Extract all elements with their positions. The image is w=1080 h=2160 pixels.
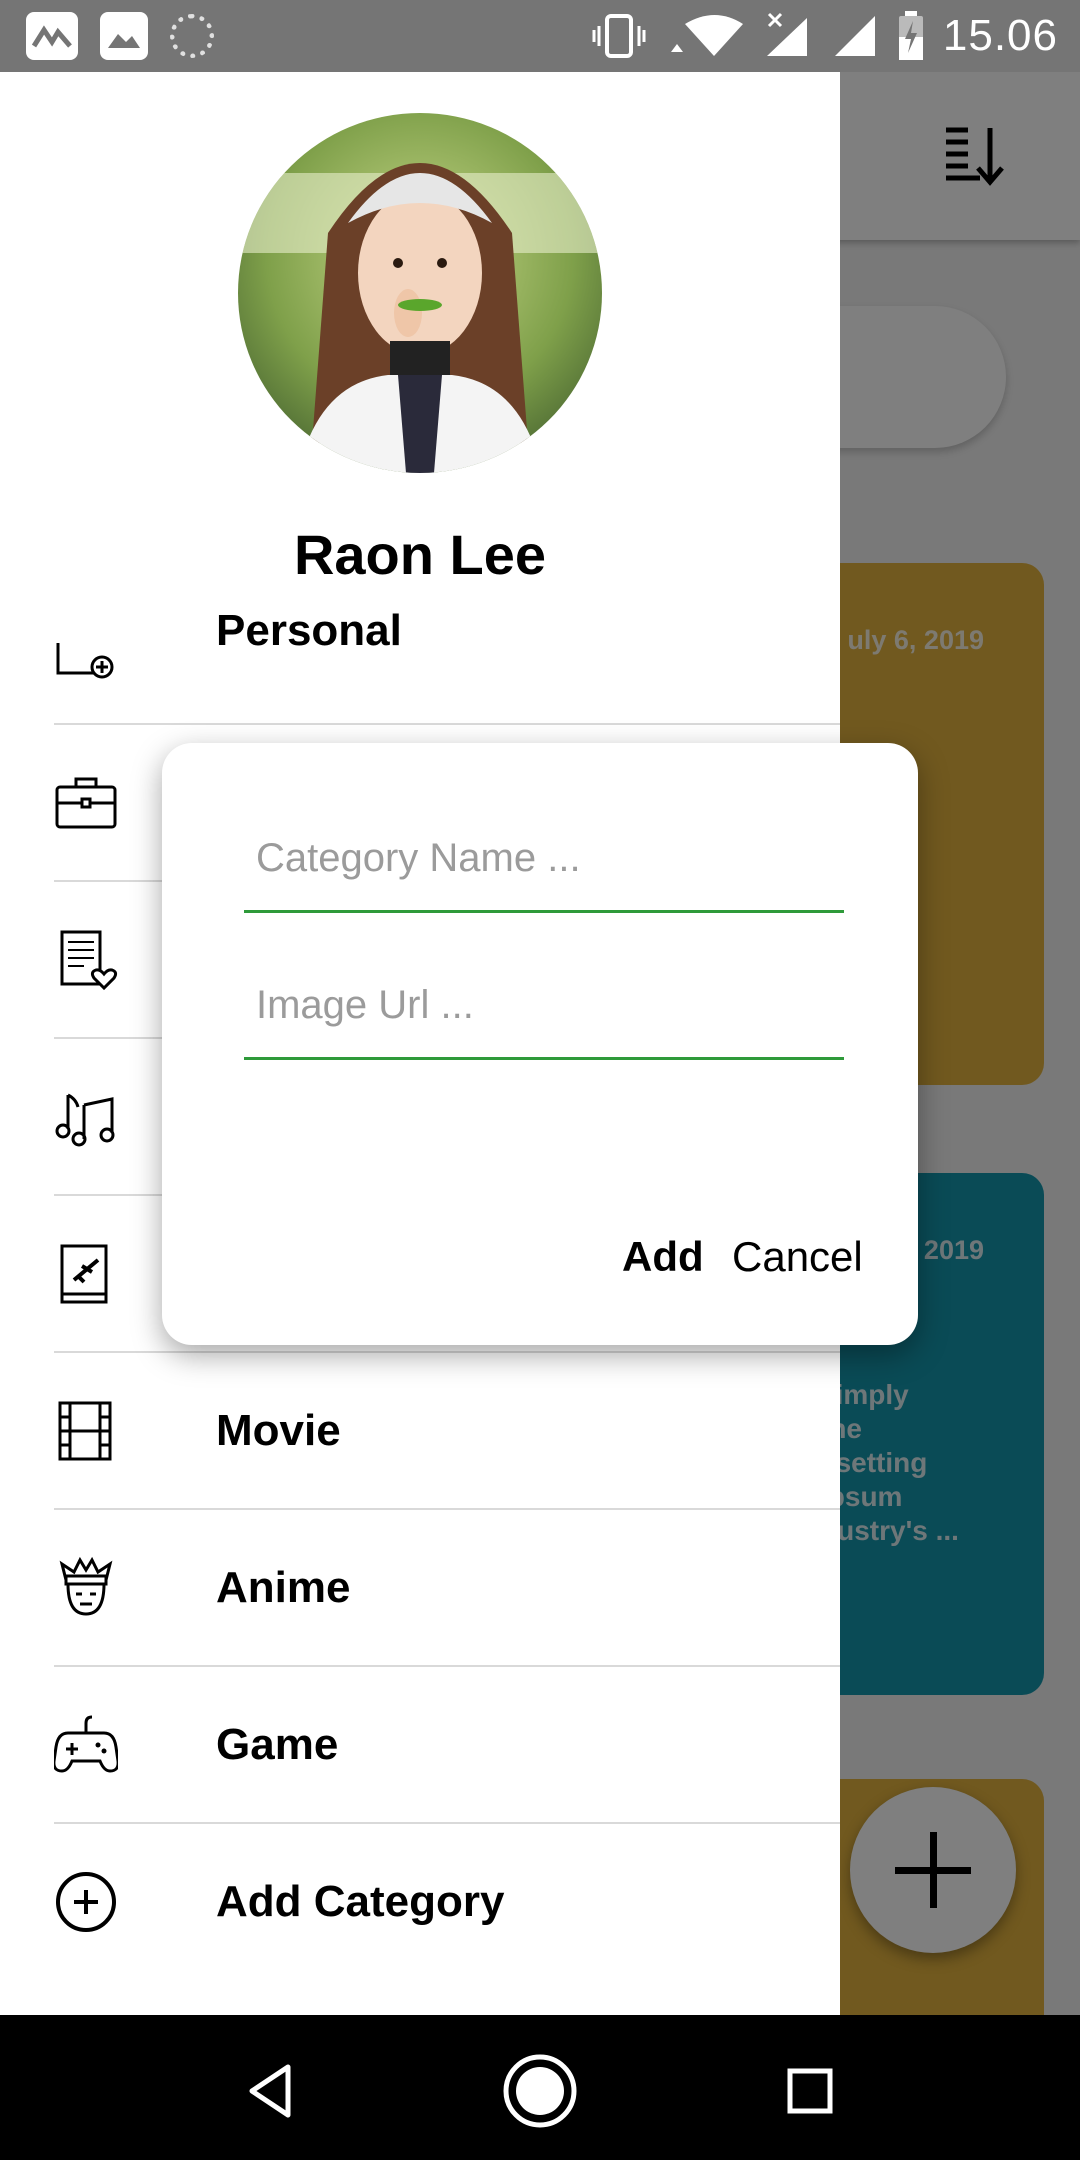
wishlist-icon	[60, 930, 118, 991]
signal-x-icon	[766, 12, 807, 56]
avatar[interactable]	[238, 113, 602, 473]
music-notes-icon	[55, 1093, 115, 1147]
gamepad-icon	[54, 1715, 118, 1773]
menu-item-personal[interactable]: Personal	[54, 606, 840, 725]
film-strip-icon	[58, 1401, 112, 1461]
travel-book-icon	[60, 1244, 108, 1304]
profile-name: Raon Lee	[293, 523, 547, 586]
category-name-input[interactable]	[256, 823, 836, 893]
signal-icon	[834, 16, 875, 56]
status-time: 15.06	[942, 11, 1058, 60]
home-icon[interactable]	[500, 2051, 580, 2131]
system-nav-bar	[0, 2015, 1080, 2160]
loading-spinner-icon	[170, 14, 214, 58]
menu-item-label: Personal	[216, 606, 402, 655]
menu-item-label: Anime	[216, 1563, 351, 1612]
menu-item-movie[interactable]: Movie	[54, 1353, 840, 1510]
wifi-icon	[670, 15, 743, 56]
app-logo-icon	[26, 12, 78, 60]
menu-item-anime[interactable]: Anime	[54, 1510, 840, 1667]
category-name-field	[244, 803, 844, 913]
menu-item-add-category[interactable]: Add Category	[54, 1824, 840, 1981]
vibrate-icon	[592, 14, 646, 58]
menu-item-game[interactable]: Game	[54, 1667, 840, 1824]
briefcase-icon	[55, 777, 117, 829]
menu-item-label: Movie	[216, 1406, 341, 1455]
back-icon[interactable]	[236, 2055, 308, 2127]
image-url-input[interactable]	[256, 970, 836, 1040]
battery-charging-icon	[898, 11, 923, 60]
menu-item-label: Add Category	[216, 1877, 505, 1926]
status-bar: 15.06	[0, 0, 1080, 72]
add-button[interactable]: Add	[622, 1233, 704, 1281]
anime-character-icon	[59, 1556, 113, 1616]
image-icon	[100, 12, 148, 60]
add-category-dialog: Add Cancel	[162, 743, 918, 1345]
recents-icon[interactable]	[774, 2055, 846, 2127]
folder-add-icon	[56, 643, 114, 679]
add-circle-icon	[56, 1872, 116, 1932]
image-url-field	[244, 950, 844, 1060]
cancel-button[interactable]: Cancel	[732, 1233, 863, 1281]
menu-item-label: Game	[216, 1720, 339, 1769]
